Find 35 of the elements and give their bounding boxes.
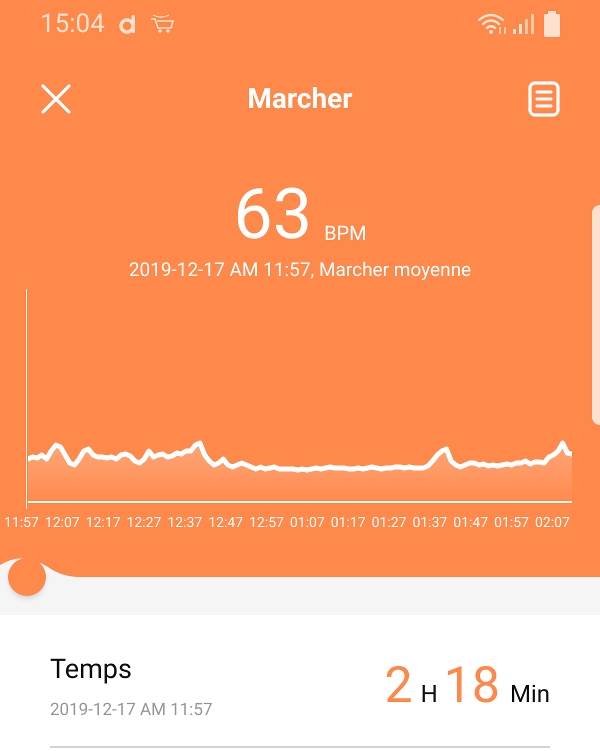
- drawer-handle[interactable]: [592, 204, 600, 424]
- close-icon: [41, 84, 71, 114]
- axis-label: 12:17: [86, 514, 121, 532]
- axis-label: 12:47: [208, 514, 244, 532]
- hours-value: 2: [384, 656, 413, 716]
- axis-label: 11:57: [4, 514, 39, 532]
- axis-label: 12:37: [167, 514, 202, 532]
- minutes-unit: Min: [510, 678, 550, 710]
- status-time: 15:04: [40, 8, 105, 40]
- summary-date: 2019-12-17 AM 11:57: [50, 698, 213, 722]
- axis-label: 01:37: [412, 514, 448, 532]
- cart-icon: [148, 14, 175, 34]
- axis-label: 12:57: [249, 514, 284, 532]
- app-icon: [118, 14, 137, 34]
- page-title: Marcher: [247, 81, 353, 117]
- axis-label: 12:27: [126, 514, 162, 532]
- axis-label: 01:07: [290, 514, 325, 532]
- axis-label: 01:17: [330, 514, 366, 532]
- summary-label: Temps: [50, 652, 133, 687]
- axis-label: 01:57: [494, 514, 529, 532]
- document-icon: [528, 81, 560, 117]
- hours-unit: H: [420, 678, 438, 710]
- report-button[interactable]: [528, 81, 560, 117]
- heart-rate-value: 63: [233, 180, 312, 250]
- axis-label: 01:47: [453, 514, 488, 532]
- axis-label: 02:07: [534, 514, 570, 532]
- close-button[interactable]: [40, 83, 72, 115]
- axis-label: 12:07: [44, 514, 80, 532]
- battery-icon: [544, 11, 560, 37]
- wifi-icon: [478, 13, 508, 35]
- signal-icon: [512, 13, 534, 35]
- reading-caption: 2019-12-17 AM 11:57, Marcher moyenne: [128, 257, 472, 283]
- heart-rate-unit: BPM: [324, 220, 367, 247]
- minutes-value: 18: [444, 656, 500, 716]
- axis-label: 01:27: [372, 514, 406, 532]
